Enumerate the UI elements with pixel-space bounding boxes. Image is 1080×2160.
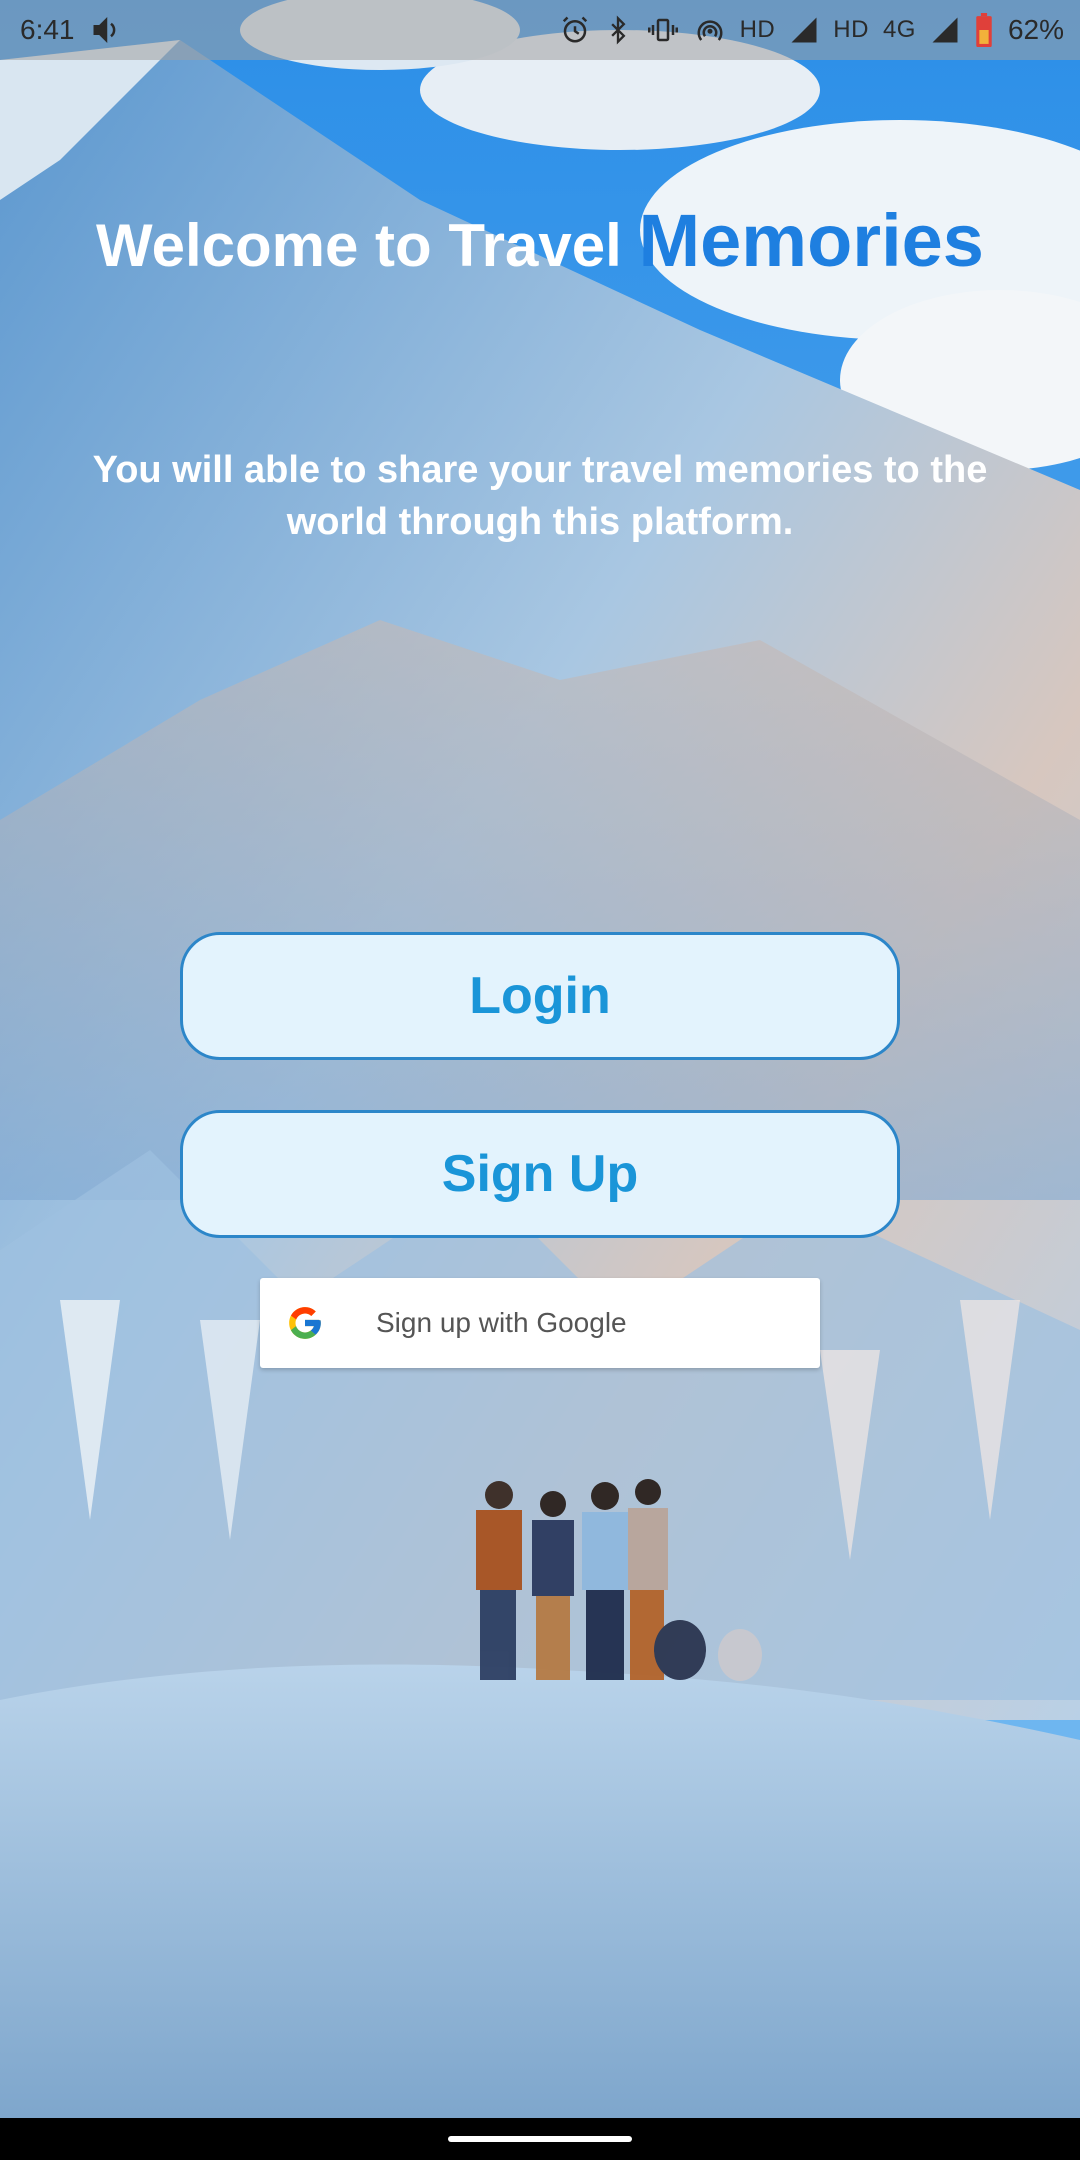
hotspot-icon <box>694 15 726 45</box>
google-signup-button[interactable]: Sign up with Google <box>260 1278 820 1368</box>
welcome-subtitle: You will able to share your travel memor… <box>92 449 988 543</box>
network-hd-label-1: HD <box>739 16 776 43</box>
status-bar: 6:41 HD HD 4G 62% <box>0 0 1080 60</box>
bluetooth-icon <box>604 15 632 45</box>
login-button[interactable]: Login <box>180 932 900 1060</box>
welcome-screen: 6:41 HD HD 4G 62% Welcome to Travel Memo… <box>0 0 1080 2160</box>
background-image <box>0 0 1080 2160</box>
home-indicator[interactable] <box>448 2136 632 2142</box>
network-hd-label-2: HD <box>833 16 869 43</box>
welcome-title-prefix: Welcome to Travel <box>96 212 639 279</box>
status-right: HD HD 4G 62% <box>560 13 1064 47</box>
vibrate-icon <box>646 15 680 45</box>
volume-icon <box>91 15 121 45</box>
status-left: 6:41 <box>20 14 121 46</box>
battery-percent: 62% <box>1007 14 1064 45</box>
network-type-label: 4G <box>882 16 916 43</box>
alarm-icon <box>560 15 590 45</box>
signup-button[interactable]: Sign Up <box>180 1110 900 1238</box>
battery-icon <box>974 13 994 47</box>
google-g-icon <box>260 1278 350 1368</box>
signal-icon <box>930 15 960 45</box>
welcome-title: Welcome to Travel Memories <box>0 198 1080 283</box>
signal-icon <box>789 15 819 45</box>
status-time: 6:41 <box>20 14 75 45</box>
google-signup-label: Sign up with Google <box>376 1307 627 1338</box>
welcome-title-accent: Memories <box>638 199 984 282</box>
